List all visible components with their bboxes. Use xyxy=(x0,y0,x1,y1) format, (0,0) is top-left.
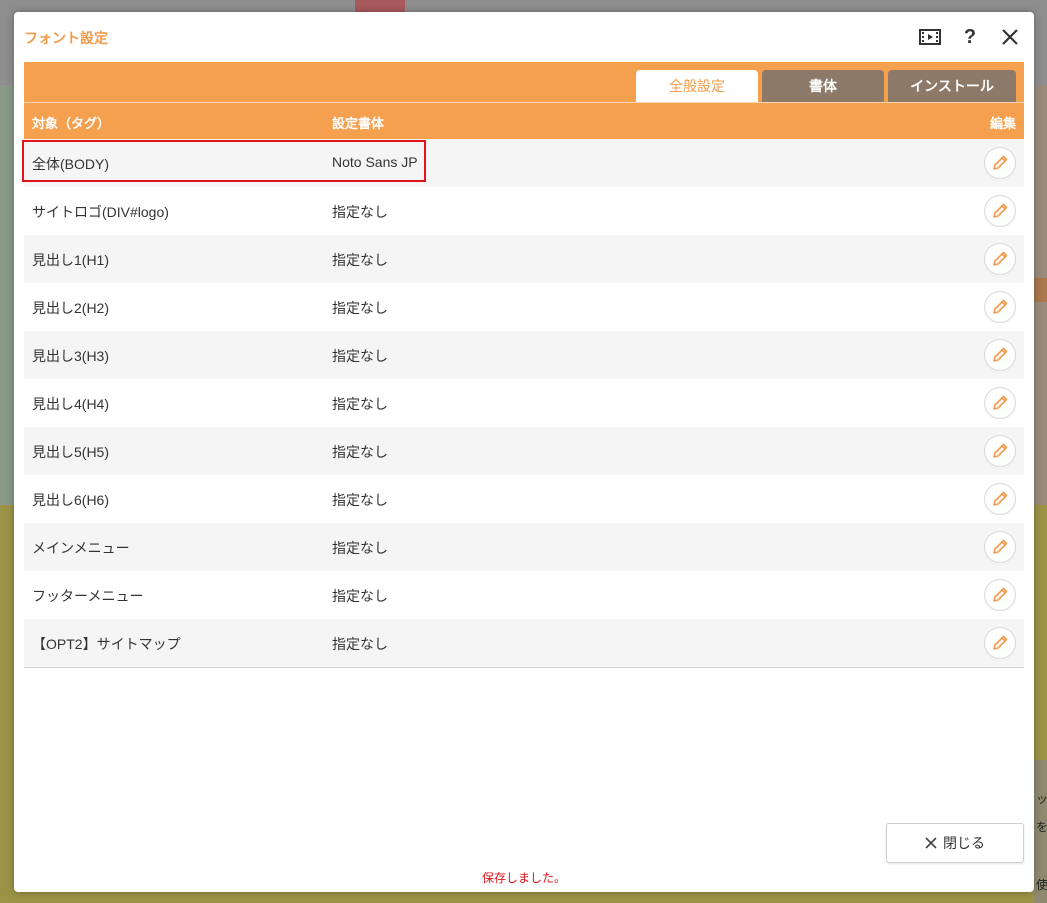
font-settings-dialog: フォント設定 ? 全般設定 書体 インストール 対象（タグ） 設定書体 編集 全… xyxy=(14,12,1034,892)
row-font: Noto Sans JP xyxy=(332,154,418,170)
table-row: フッターメニュー 指定なし xyxy=(24,571,1024,619)
edit-button[interactable] xyxy=(984,387,1016,419)
tab-typeface[interactable]: 書体 xyxy=(762,70,884,102)
dialog-header-icons: ? xyxy=(918,26,1022,48)
dialog-title: フォント設定 xyxy=(24,30,108,46)
background-text: を xyxy=(1036,820,1047,834)
pencil-icon xyxy=(993,395,1008,410)
table-row: 見出し1(H1) 指定なし xyxy=(24,235,1024,283)
font-settings-table: 対象（タグ） 設定書体 編集 全体(BODY) Noto Sans JP サイトロゴ… xyxy=(24,102,1024,668)
row-target: 見出し4(H4) xyxy=(32,396,110,412)
row-font: 指定なし xyxy=(332,204,388,220)
pencil-icon xyxy=(993,635,1008,650)
pencil-icon xyxy=(993,155,1008,170)
pencil-icon xyxy=(993,251,1008,266)
column-header-target: 対象（タグ） xyxy=(32,117,111,132)
row-target: 見出し1(H1) xyxy=(32,252,110,268)
row-target: 見出し2(H2) xyxy=(32,300,110,316)
row-font: 指定なし xyxy=(332,396,388,412)
edit-button[interactable] xyxy=(984,339,1016,371)
background-decoration xyxy=(355,0,405,12)
table-row: 全体(BODY) Noto Sans JP xyxy=(24,139,1024,187)
background-text: ッ xyxy=(1036,792,1047,806)
status-message: 保存しました。 xyxy=(481,871,566,885)
row-font: 指定なし xyxy=(332,540,388,556)
table-row: 見出し6(H6) 指定なし xyxy=(24,475,1024,523)
row-target: フッターメニュー xyxy=(32,588,144,604)
table-body: 全体(BODY) Noto Sans JP サイトロゴ(DIV#logo) 指定なし見… xyxy=(24,139,1024,668)
table-row: 見出し5(H5) 指定なし xyxy=(24,427,1024,475)
background-text: 使 xyxy=(1036,878,1047,892)
row-font: 指定なし xyxy=(332,252,388,268)
row-font: 指定なし xyxy=(332,348,388,364)
row-font: 指定なし xyxy=(332,636,388,652)
row-target: 見出し3(H3) xyxy=(32,348,110,364)
pencil-icon xyxy=(993,587,1008,602)
background-image xyxy=(0,85,15,505)
close-icon xyxy=(925,837,937,849)
pencil-icon xyxy=(993,491,1008,506)
tab-install[interactable]: インストール xyxy=(888,70,1016,102)
pencil-icon xyxy=(993,443,1008,458)
table-row: 見出し3(H3) 指定なし xyxy=(24,331,1024,379)
tab-bar: 全般設定 書体 インストール xyxy=(24,62,1024,102)
close-button-label: 閉じる xyxy=(943,835,985,851)
edit-button[interactable] xyxy=(984,579,1016,611)
pencil-icon xyxy=(993,347,1008,362)
row-font: 指定なし xyxy=(332,444,388,460)
row-target: サイトロゴ(DIV#logo) xyxy=(32,204,169,220)
table-row: 見出し2(H2) 指定なし xyxy=(24,283,1024,331)
table-header: 対象（タグ） 設定書体 編集 xyxy=(24,102,1024,139)
close-button[interactable]: 閉じる xyxy=(886,823,1024,863)
background-menu-tab xyxy=(1034,278,1047,302)
tab-general-settings[interactable]: 全般設定 xyxy=(636,70,758,102)
pencil-icon xyxy=(993,299,1008,314)
edit-button[interactable] xyxy=(984,195,1016,227)
row-target: 見出し6(H6) xyxy=(32,492,110,508)
help-icon[interactable]: ? xyxy=(958,26,982,48)
edit-button[interactable] xyxy=(984,147,1016,179)
edit-button[interactable] xyxy=(984,483,1016,515)
row-target: 見出し5(H5) xyxy=(32,444,110,460)
pencil-icon xyxy=(993,203,1008,218)
close-icon[interactable] xyxy=(998,26,1022,48)
row-font: 指定なし xyxy=(332,492,388,508)
edit-button[interactable] xyxy=(984,291,1016,323)
row-font: 指定なし xyxy=(332,588,388,604)
table-row: 【OPT2】サイトマップ 指定なし xyxy=(24,619,1024,667)
film-icon[interactable] xyxy=(918,26,942,48)
edit-button[interactable] xyxy=(984,627,1016,659)
table-row: サイトロゴ(DIV#logo) 指定なし xyxy=(24,187,1024,235)
column-header-edit: 編集 xyxy=(989,117,1016,132)
edit-button[interactable] xyxy=(984,435,1016,467)
edit-button[interactable] xyxy=(984,243,1016,275)
edit-button[interactable] xyxy=(984,531,1016,563)
table-row: 見出し4(H4) 指定なし xyxy=(24,379,1024,427)
tabs: 全般設定 書体 インストール xyxy=(636,70,1016,102)
column-header-font: 設定書体 xyxy=(332,117,385,132)
row-font: 指定なし xyxy=(332,300,388,316)
row-target: 全体(BODY) xyxy=(32,156,109,172)
table-row: メインメニュー 指定なし xyxy=(24,523,1024,571)
row-target: メインメニュー xyxy=(32,540,130,556)
pencil-icon xyxy=(993,539,1008,554)
row-target: 【OPT2】サイトマップ xyxy=(32,636,181,652)
